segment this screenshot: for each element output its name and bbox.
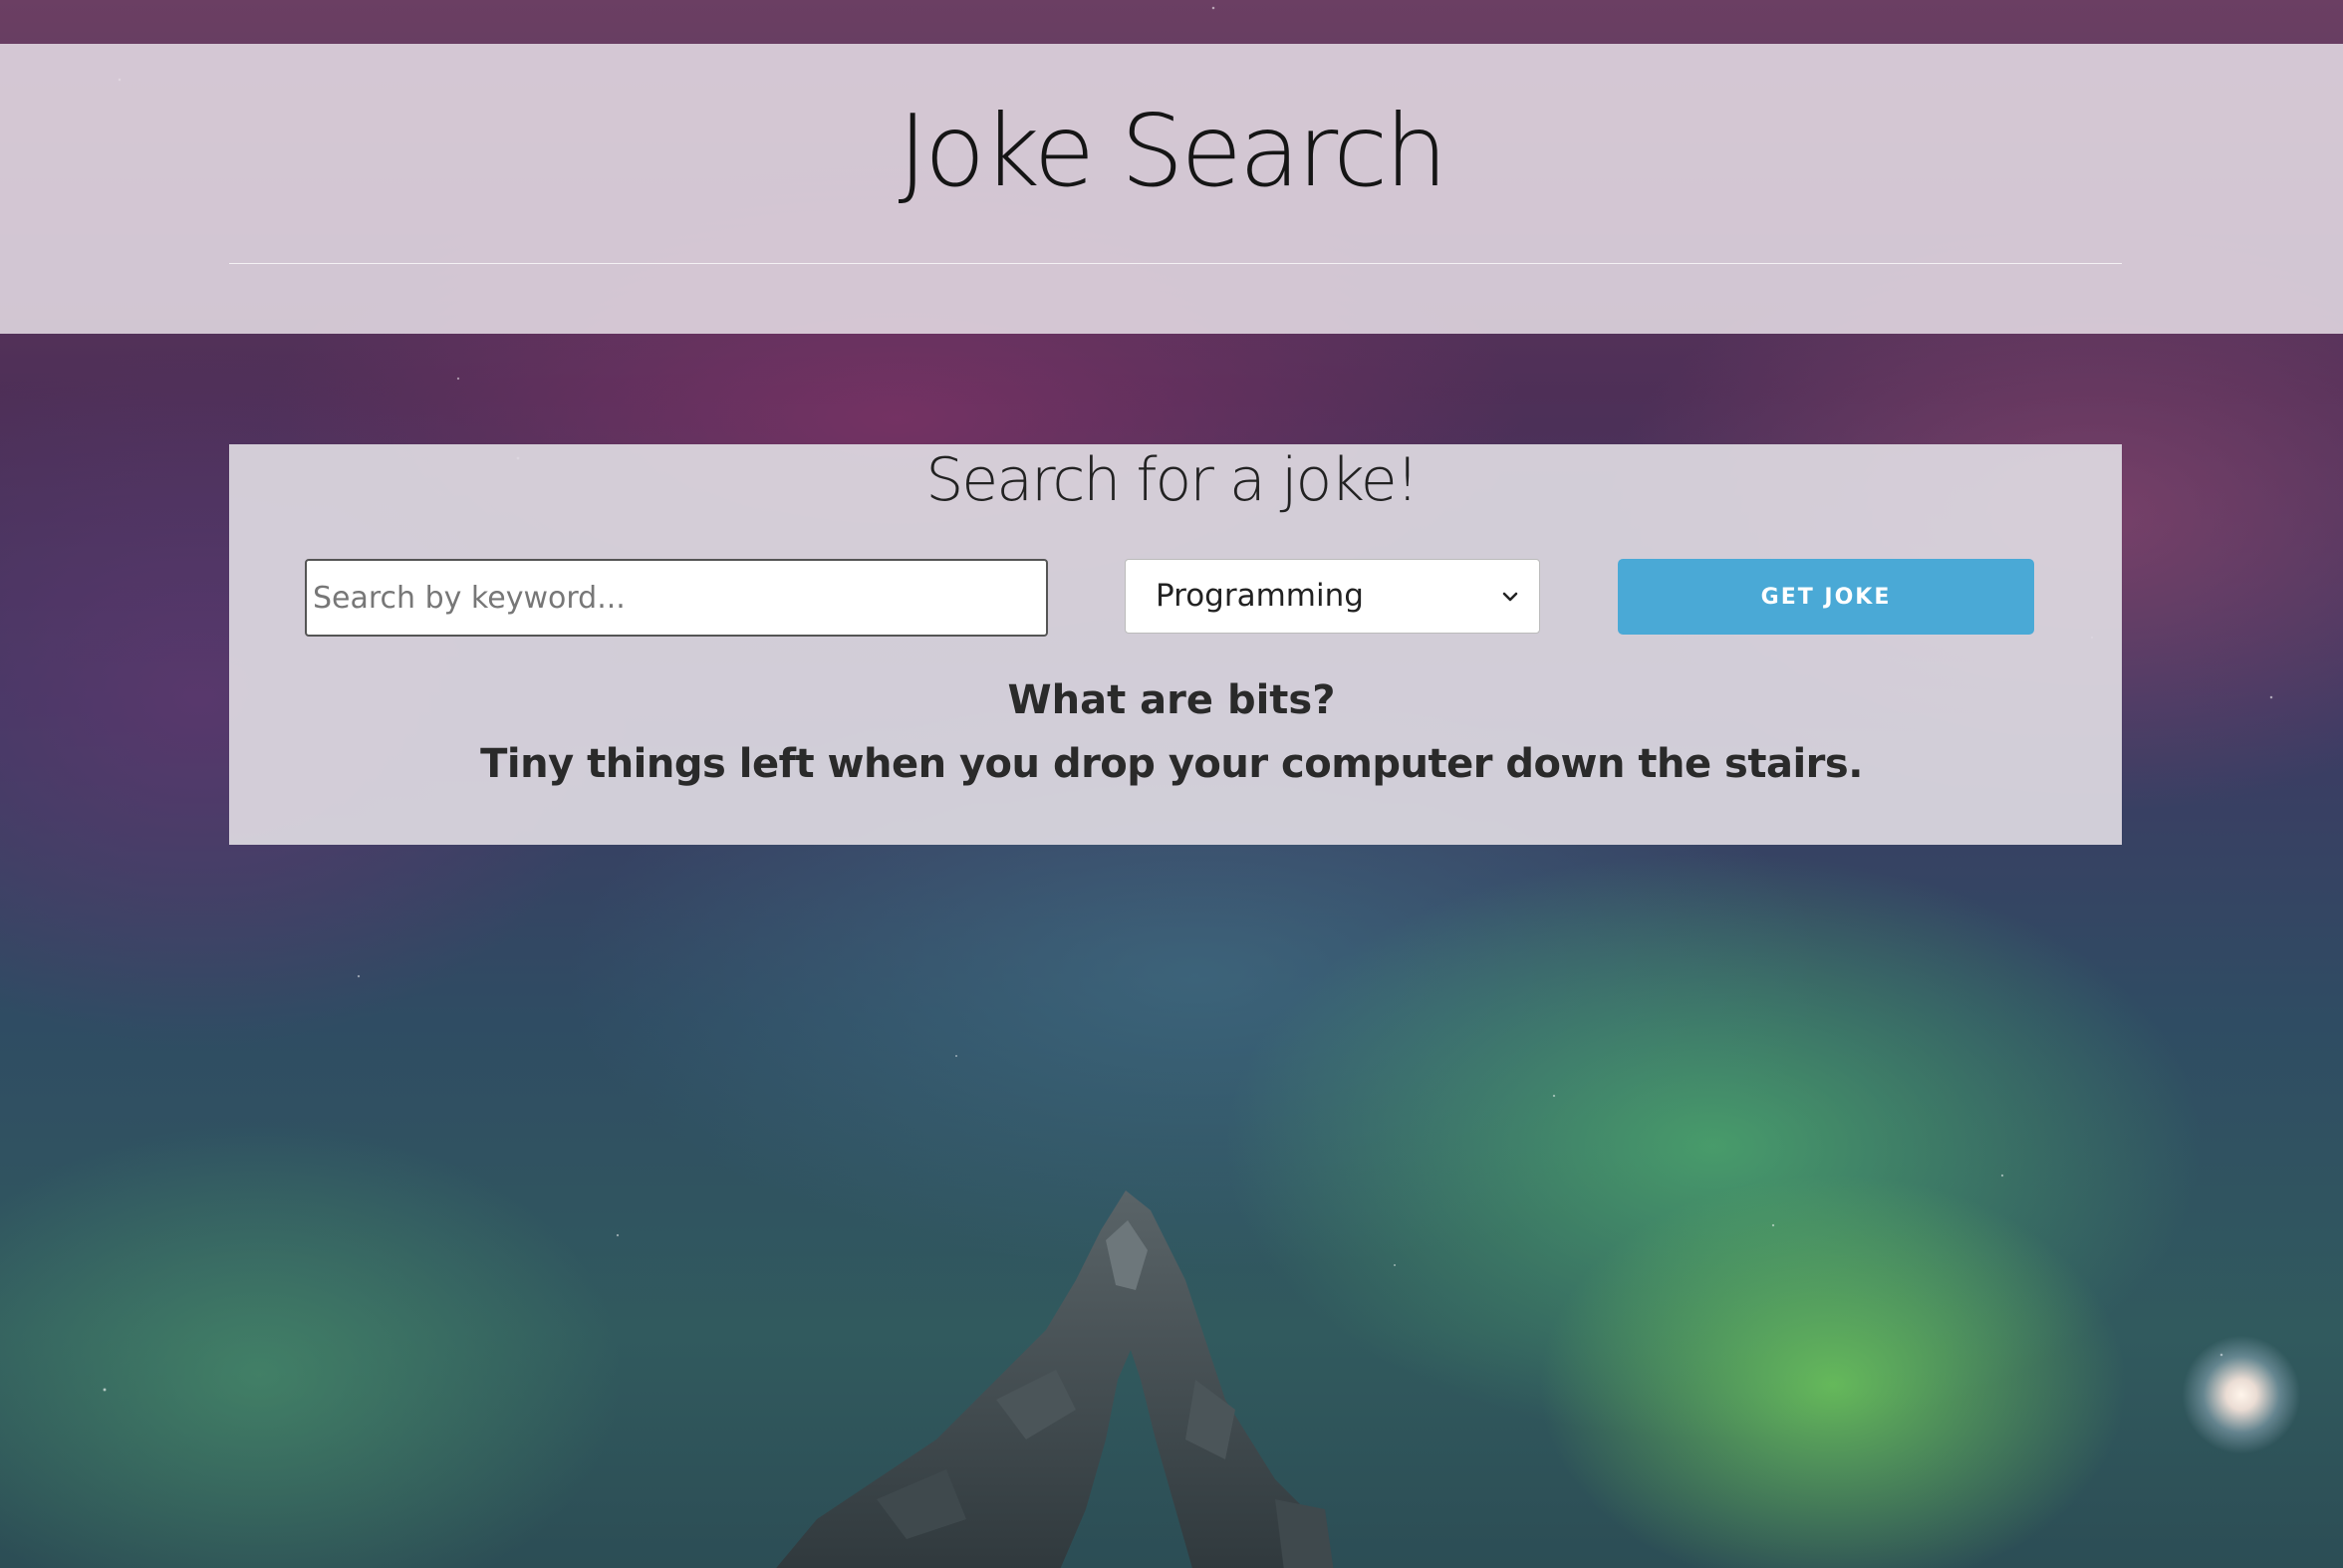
rock-arch-image: [776, 1190, 1334, 1568]
keyword-search-input[interactable]: [305, 559, 1048, 637]
joke-setup: What are bits?: [1007, 677, 1336, 723]
search-panel-heading: Search for a joke!: [925, 445, 1420, 515]
get-joke-button[interactable]: GET JOKE: [1618, 559, 2034, 635]
header-divider: [229, 263, 2122, 264]
page-title: Joke Search: [898, 93, 1448, 209]
joke-punchline: Tiny things left when you drop your comp…: [480, 741, 1863, 787]
moon-glow: [2182, 1335, 2301, 1454]
category-select[interactable]: Programming: [1125, 559, 1540, 634]
page-background: Joke Search Search for a joke! Programmi…: [0, 0, 2343, 1568]
category-selected-value: Programming: [1156, 578, 1364, 614]
chevron-down-icon: [1502, 592, 1518, 602]
